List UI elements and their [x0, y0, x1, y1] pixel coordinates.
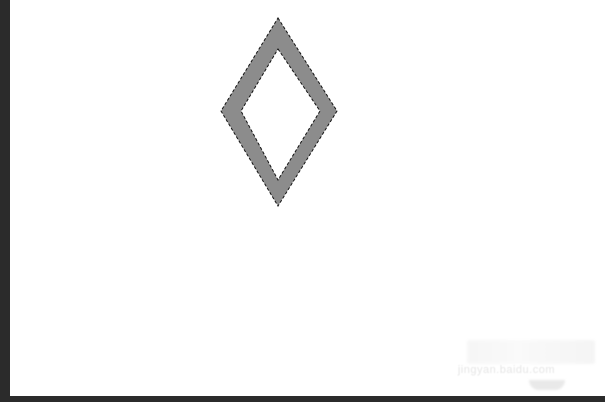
- watermark-mark: [467, 340, 595, 364]
- watermark-logo: jingyan.baidu.com: [455, 330, 595, 390]
- watermark-text: jingyan.baidu.com: [457, 364, 555, 376]
- window-bottom-edge: [0, 396, 605, 402]
- document-canvas[interactable]: jingyan.baidu.com: [10, 0, 605, 396]
- image-editor-window: jingyan.baidu.com: [0, 0, 605, 402]
- watermark-tab-icon: [529, 380, 565, 390]
